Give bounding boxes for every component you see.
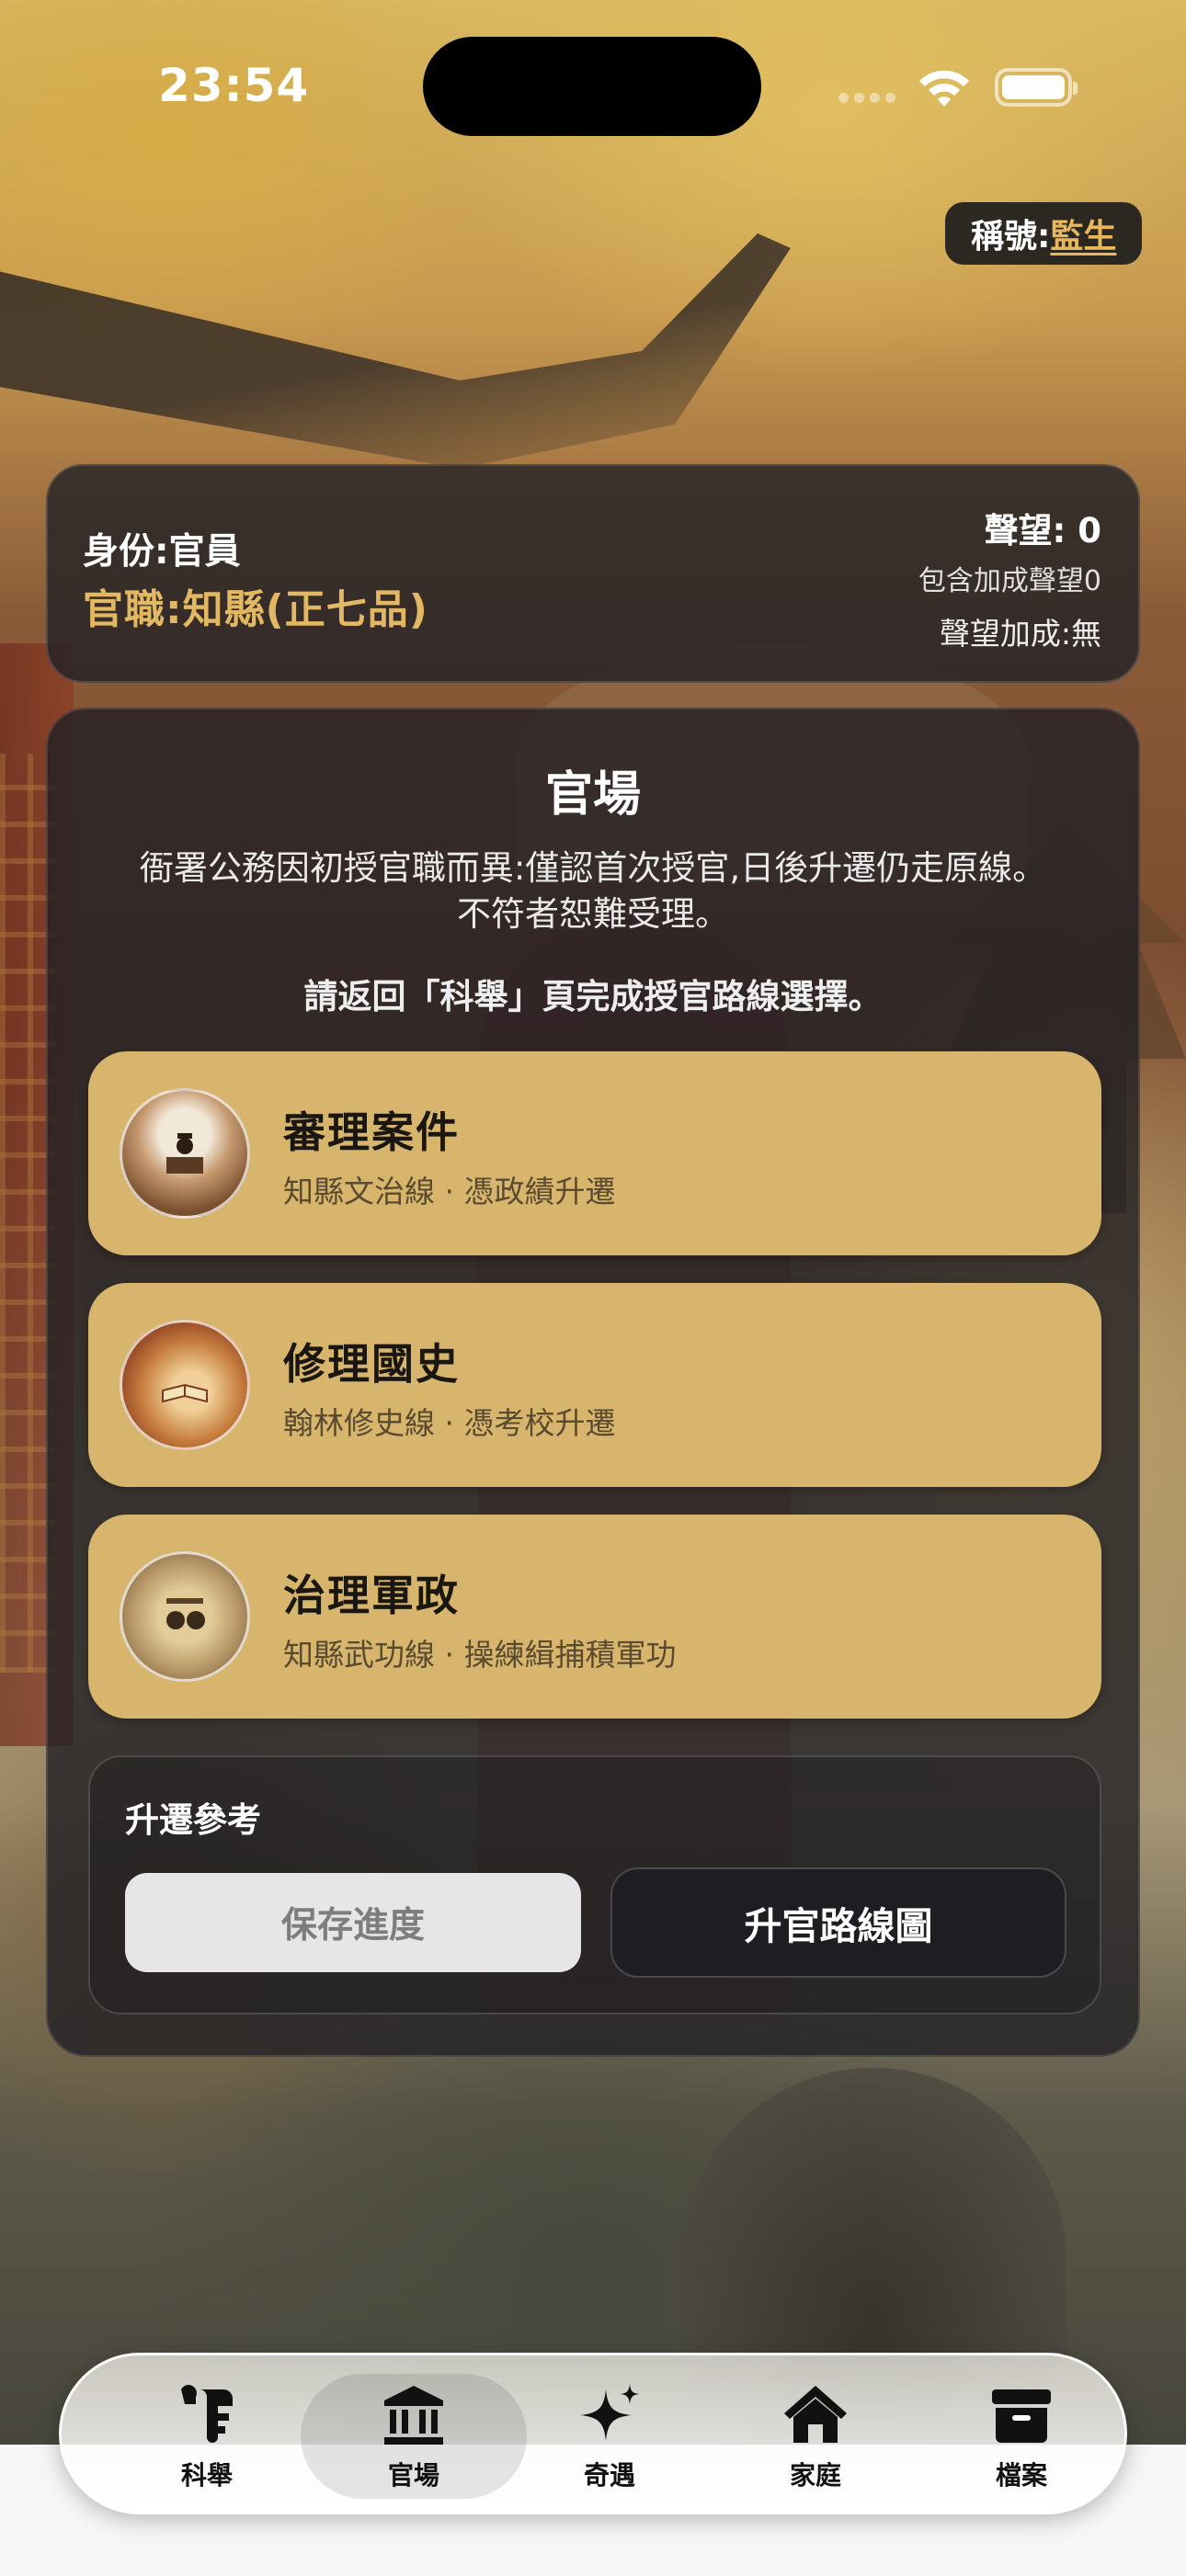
scroll-icon bbox=[181, 2385, 233, 2443]
magistrate-court-icon bbox=[120, 1088, 250, 1219]
status-time: 23:54 bbox=[158, 59, 310, 112]
tab-archive[interactable]: 檔案 bbox=[920, 2374, 1123, 2499]
route-name: 治理軍政 bbox=[283, 1571, 460, 1620]
tab-label: 科舉 bbox=[180, 2460, 233, 2491]
route-card-military-affairs[interactable]: 治理軍政 知縣武功線 · 操練緝捕積軍功 bbox=[88, 1515, 1101, 1719]
title-badge[interactable]: 稱號: 監生 bbox=[945, 202, 1143, 265]
panel-note: 請返回「科舉」頁完成授官路線選擇。 bbox=[303, 977, 883, 1016]
dynamic-island bbox=[423, 37, 761, 136]
battery-icon bbox=[995, 68, 1078, 107]
promotion-route-map-button[interactable]: 升官路線圖 bbox=[610, 1867, 1066, 1978]
route-card-national-history[interactable]: 修理國史 翰林修史線 · 憑考校升遷 bbox=[88, 1283, 1101, 1487]
tab-label: 檔案 bbox=[995, 2460, 1047, 2491]
route-description: 翰林修史線 · 憑考校升遷 bbox=[283, 1405, 616, 1441]
tab-label: 家庭 bbox=[789, 2460, 841, 2491]
reputation-bonus-text: 聲望加成:無 bbox=[939, 616, 1101, 652]
background-roof bbox=[0, 233, 791, 469]
government-building-icon bbox=[384, 2386, 443, 2445]
route-description: 知縣武功線 · 操練緝捕積軍功 bbox=[283, 1637, 677, 1673]
route-card-trial-cases[interactable]: 審理案件 知縣文治線 · 憑政績升遷 bbox=[88, 1051, 1101, 1255]
cellular-signal-icon bbox=[838, 93, 895, 103]
title-badge-value[interactable]: 監生 bbox=[1050, 210, 1116, 257]
route-name: 修理國史 bbox=[283, 1339, 460, 1389]
history-book-icon bbox=[120, 1320, 250, 1450]
sparkles-icon bbox=[580, 2384, 639, 2441]
military-drill-icon bbox=[120, 1551, 250, 1682]
tab-bar: 科舉 官場 奇遇 家庭 檔案 bbox=[59, 2353, 1127, 2514]
wifi-icon bbox=[919, 70, 969, 107]
save-progress-button[interactable]: 保存進度 bbox=[125, 1873, 581, 1972]
reputation-text: 聲望: 0 bbox=[984, 511, 1101, 550]
house-icon bbox=[784, 2386, 847, 2443]
tab-officialdom[interactable]: 官場 bbox=[301, 2374, 527, 2499]
tab-label: 奇遇 bbox=[583, 2460, 635, 2491]
officialdom-panel: 官場 衙署公務因初授官職而異:僅認首次授官,日後升遷仍走原線。不符者恕難受理。 … bbox=[46, 708, 1140, 2057]
tab-encounters[interactable]: 奇遇 bbox=[508, 2374, 711, 2499]
route-name: 審理案件 bbox=[283, 1107, 460, 1157]
tab-label: 官場 bbox=[387, 2460, 439, 2491]
panel-description: 衙署公務因初授官職而異:僅認首次授官,日後升遷仍走原線。不符者恕難受理。 bbox=[139, 848, 1047, 934]
route-description: 知縣文治線 · 憑政績升遷 bbox=[283, 1174, 616, 1209]
status-card: 身份:官員 官職:知縣(正七品) 聲望: 0 包含加成聲望0 聲望加成:無 bbox=[46, 464, 1140, 683]
tab-imperial-exam[interactable]: 科舉 bbox=[106, 2374, 308, 2499]
promotion-reference-box: 升遷參考 保存進度 升官路線圖 bbox=[88, 1755, 1101, 2014]
official-post-text: 官職:知縣(正七品) bbox=[83, 586, 428, 633]
promotion-reference-title: 升遷參考 bbox=[125, 1800, 261, 1840]
reputation-included-text: 包含加成聲望0 bbox=[918, 565, 1101, 597]
panel-title: 官場 bbox=[544, 767, 641, 823]
identity-text: 身份:官員 bbox=[83, 531, 241, 573]
archive-box-icon bbox=[992, 2389, 1051, 2443]
title-badge-label: 稱號: bbox=[971, 218, 1051, 255]
tab-family[interactable]: 家庭 bbox=[714, 2374, 917, 2499]
